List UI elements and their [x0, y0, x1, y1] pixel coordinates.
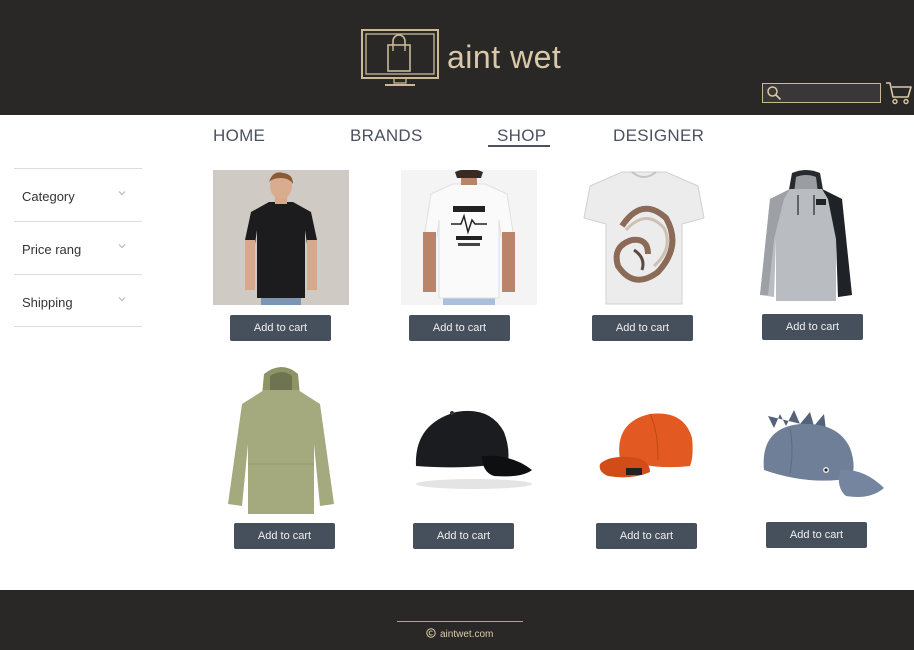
add-to-cart-button[interactable]: Add to cart [592, 315, 693, 341]
copyright-icon [426, 628, 436, 638]
product-image-grey-hoodie[interactable] [756, 169, 856, 305]
search-icon[interactable] [766, 85, 782, 101]
search-box[interactable] [762, 83, 881, 103]
site-header: aint wet [0, 0, 914, 115]
monitor-shopping-bag-icon[interactable] [361, 29, 439, 87]
filter-shipping[interactable]: Shipping [14, 274, 142, 327]
chevron-down-icon[interactable] [117, 241, 127, 251]
product-image-black-tshirt[interactable] [213, 170, 349, 305]
add-to-cart-button[interactable]: Add to cart [596, 523, 697, 549]
add-to-cart-button[interactable]: Add to cart [409, 315, 510, 341]
search-input[interactable] [783, 85, 878, 101]
product-image-grey-dino-cap[interactable] [760, 408, 886, 504]
shopping-cart-icon[interactable] [885, 81, 912, 105]
filter-category[interactable]: Category [14, 168, 142, 221]
add-to-cart-button[interactable]: Add to cart [762, 314, 863, 340]
add-to-cart-button[interactable]: Add to cart [230, 315, 331, 341]
footer-divider [397, 621, 523, 622]
nav-designer[interactable]: DESIGNER [613, 126, 704, 146]
product-image-green-hoodie[interactable] [226, 364, 336, 516]
add-to-cart-button[interactable]: Add to cart [766, 522, 867, 548]
filter-label: Category [22, 189, 75, 204]
brand-name[interactable]: aint wet [447, 39, 561, 76]
nav-home[interactable]: HOME [213, 126, 265, 146]
product-image-orange-cap[interactable] [598, 410, 696, 484]
add-to-cart-button[interactable]: Add to cart [234, 523, 335, 549]
footer-site-link[interactable]: aintwet.com [440, 629, 493, 640]
filter-label: Shipping [22, 295, 73, 310]
filter-sidebar: Category Price rang Shipping [14, 168, 142, 327]
nav-shop[interactable]: SHOP [497, 126, 546, 146]
product-image-abstract-tshirt[interactable] [582, 166, 706, 310]
footer-copyright: aintwet.com [426, 628, 493, 640]
product-image-black-cap[interactable] [412, 406, 536, 492]
filter-label: Price rang [22, 242, 82, 257]
site-footer: aintwet.com [0, 590, 914, 650]
add-to-cart-button[interactable]: Add to cart [413, 523, 514, 549]
filter-price-range[interactable]: Price rang [14, 221, 142, 274]
nav-active-indicator [488, 145, 550, 147]
chevron-down-icon[interactable] [117, 188, 127, 198]
nav-brands[interactable]: BRANDS [350, 126, 423, 146]
chevron-down-icon[interactable] [117, 294, 127, 304]
product-image-white-print-tshirt[interactable] [401, 170, 537, 305]
